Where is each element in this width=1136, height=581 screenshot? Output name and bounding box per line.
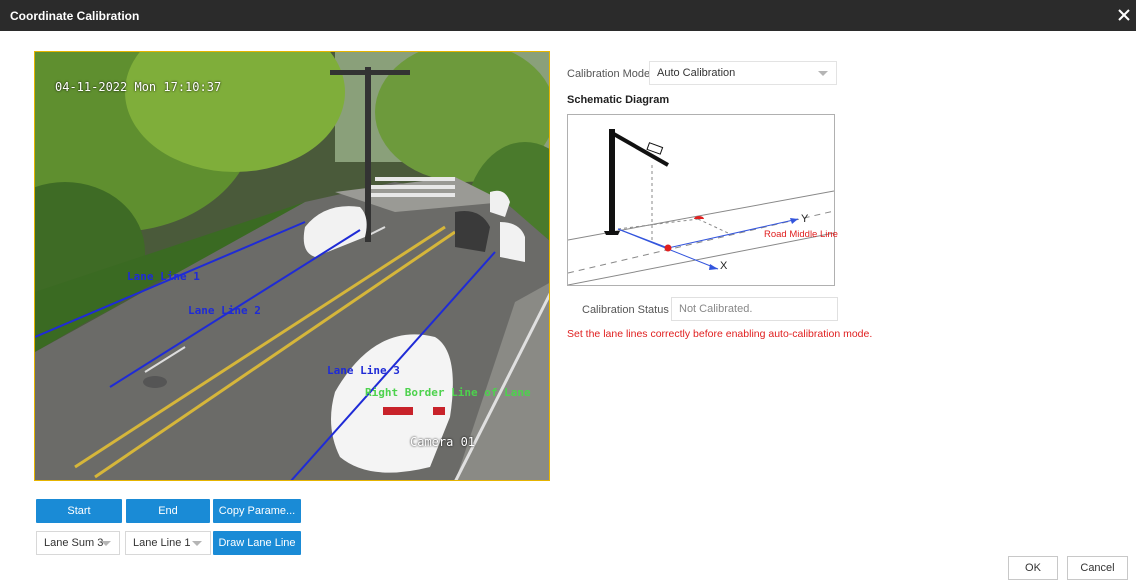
video-timestamp: 04-11-2022 Mon 17:10:37 [55, 80, 222, 94]
calibration-warning: Set the lane lines correctly before enab… [567, 328, 873, 340]
chevron-down-icon [192, 541, 202, 546]
lane-line-2-label: Lane Line 2 [188, 304, 261, 317]
lane-line-1-label: Lane Line 1 [127, 270, 200, 283]
schematic-drawing [567, 129, 835, 286]
lane-sum-value: Lane Sum 3 [44, 537, 104, 549]
calibration-status-field: Not Calibrated. [671, 297, 838, 321]
calibration-status-label: Calibration Status [582, 304, 669, 316]
schematic-diagram: Y X Road Middle Line [567, 114, 838, 286]
calibration-mode-select[interactable]: Auto Calibration [649, 61, 837, 85]
calibration-mode-label: Calibration Mode [567, 68, 651, 80]
end-button[interactable]: End [126, 499, 210, 523]
chevron-down-icon [818, 71, 828, 76]
cancel-button[interactable]: Cancel [1067, 556, 1128, 580]
video-frame [35, 52, 549, 480]
chevron-down-icon [101, 541, 111, 546]
diagram-axis-x-label: X [720, 260, 728, 272]
start-button[interactable]: Start [36, 499, 122, 523]
dialog-title: Coordinate Calibration [10, 9, 140, 23]
camera-label: Camera 01 [410, 435, 476, 449]
road-middle-line-label: Road Middle Line [764, 229, 838, 240]
lane-sum-select[interactable]: Lane Sum 3 [36, 531, 120, 555]
lane-line-3-label: Lane Line 3 [327, 364, 400, 377]
lane-line-value: Lane Line 1 [133, 537, 191, 549]
lane-line-select[interactable]: Lane Line 1 [125, 531, 211, 555]
video-preview[interactable]: 04-11-2022 Mon 17:10:37 Lane Line 1 Lane… [34, 51, 550, 481]
calibration-mode-value: Auto Calibration [657, 67, 736, 79]
dialog-titlebar: Coordinate Calibration [0, 0, 1136, 31]
schematic-diagram-heading: Schematic Diagram [567, 94, 670, 106]
right-border-line-label: Right Border Line of Lane [365, 386, 531, 399]
close-icon[interactable] [1116, 6, 1132, 24]
ok-button[interactable]: OK [1008, 556, 1058, 580]
calibration-status-value: Not Calibrated. [679, 303, 753, 315]
diagram-axis-y-label: Y [801, 213, 809, 225]
draw-lane-line-button[interactable]: Draw Lane Line [213, 531, 301, 555]
copy-parameters-button[interactable]: Copy Parame... [213, 499, 301, 523]
